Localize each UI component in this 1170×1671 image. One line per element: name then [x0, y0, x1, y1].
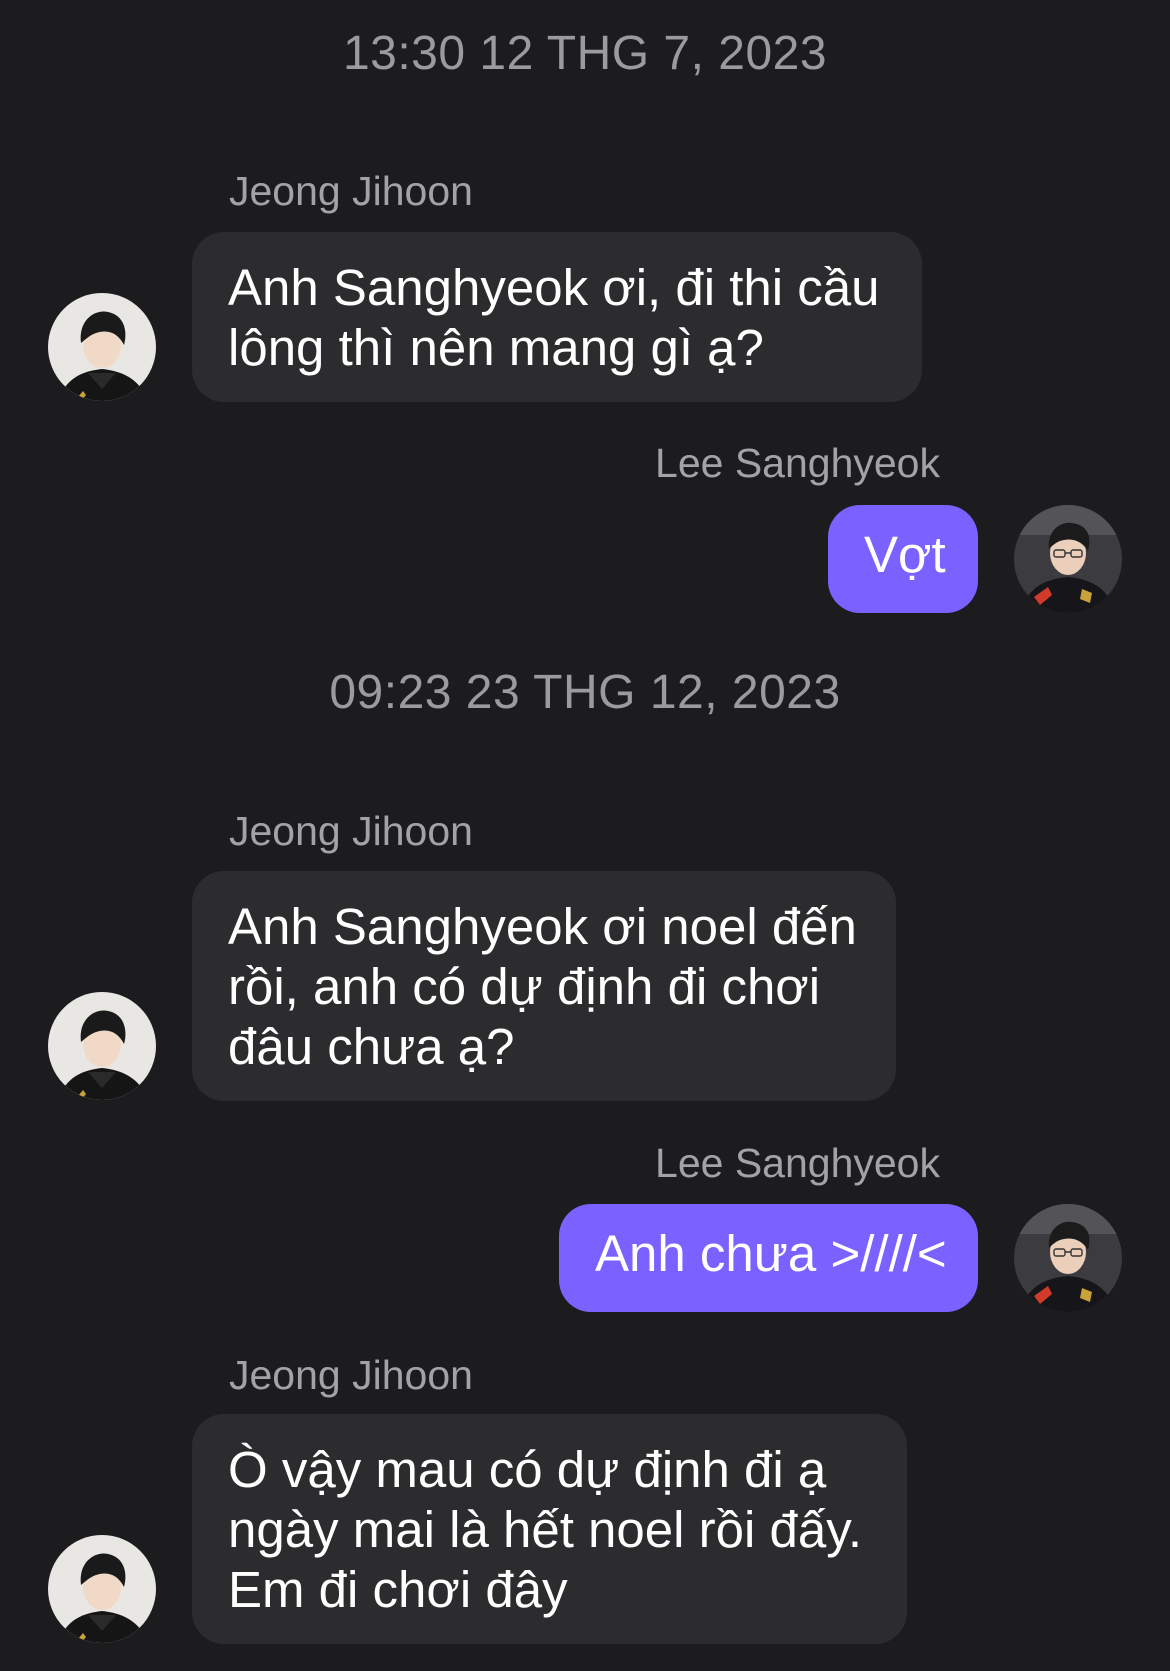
- message-bubble-outgoing[interactable]: Anh chưa >////<: [559, 1204, 978, 1312]
- avatar-photo-icon: [48, 992, 156, 1100]
- avatar-jeong-jihoon[interactable]: [48, 992, 156, 1100]
- avatar-jeong-jihoon[interactable]: [48, 293, 156, 401]
- message-bubble-incoming[interactable]: Anh Sanghyeok ơi noel đến rồi, anh có dự…: [192, 871, 896, 1101]
- avatar-jeong-jihoon[interactable]: [48, 1535, 156, 1643]
- sender-name: Jeong Jihoon: [229, 1352, 473, 1398]
- avatar-photo-icon: [48, 293, 156, 401]
- avatar-lee-sanghyeok[interactable]: [1014, 1204, 1122, 1312]
- timestamp: 09:23 23 THG 12, 2023: [329, 666, 841, 719]
- message-bubble-incoming[interactable]: Ò vậy mau có dự định đi ạ ngày mai là hế…: [192, 1414, 907, 1644]
- sender-name: Jeong Jihoon: [229, 168, 473, 214]
- message-bubble-outgoing[interactable]: Vợt: [828, 505, 978, 613]
- chat-thread[interactable]: 13:30 12 THG 7, 2023 Jeong Jihoon Anh Sa…: [0, 0, 1170, 1671]
- avatar-lee-sanghyeok[interactable]: [1014, 505, 1122, 613]
- sender-name: Lee Sanghyeok: [655, 440, 940, 486]
- avatar-photo-icon: [48, 1535, 156, 1643]
- sender-name: Jeong Jihoon: [229, 808, 473, 854]
- avatar-photo-icon: [1014, 505, 1122, 613]
- avatar-photo-icon: [1014, 1204, 1122, 1312]
- sender-name: Lee Sanghyeok: [655, 1140, 940, 1186]
- message-bubble-incoming[interactable]: Anh Sanghyeok ơi, đi thi cầu lông thì nê…: [192, 232, 922, 402]
- timestamp: 13:30 12 THG 7, 2023: [342, 27, 828, 80]
